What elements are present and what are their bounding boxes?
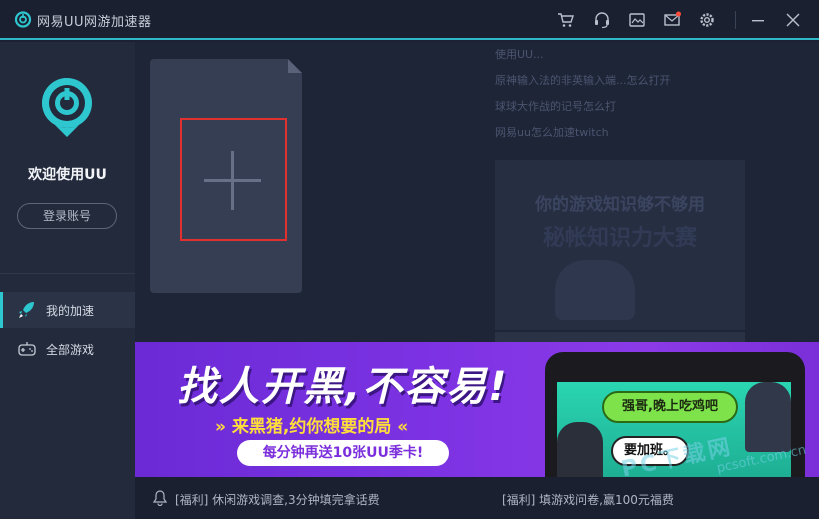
news-item[interactable]: 球球大作战的记号怎么打 — [495, 94, 755, 120]
skin-icon[interactable] — [628, 11, 646, 29]
gamepad-icon — [18, 342, 36, 356]
login-button[interactable]: 登录账号 — [17, 203, 117, 229]
sidebar-divider — [0, 273, 135, 274]
promo-line1: 你的游戏知识够不够用 — [535, 195, 705, 215]
app-title: 网易UU网游加速器 — [37, 15, 152, 30]
notice-bar: [福利] 休闲游戏调查,3分钟填完拿话费 [福利] 填游戏问卷,赢100元福费 — [135, 477, 819, 519]
mail-icon[interactable] — [663, 11, 681, 29]
news-list: 使用UU... 原神输入法的非英输入端...怎么打开 球球大作战的记号怎么打 网… — [495, 42, 755, 146]
minimize-icon[interactable] — [749, 11, 767, 29]
cart-icon[interactable] — [557, 11, 575, 29]
rocket-icon — [19, 302, 34, 318]
notice-link[interactable]: [福利] 休闲游戏调查,3分钟填完拿话费 — [175, 491, 380, 508]
banner-subtitle-text: 来黑猪,约你想要的局 — [231, 417, 392, 437]
nav-label: 全部游戏 — [46, 342, 95, 357]
soldier-illustration — [557, 422, 603, 477]
nav-my-acceleration[interactable]: 我的加速 — [0, 292, 135, 328]
close-icon[interactable] — [784, 11, 802, 29]
banner-offer-pill[interactable]: 每分钟再送10张UU季卡! — [237, 440, 449, 466]
plus-icon-vertical — [231, 151, 234, 210]
card-corner — [288, 59, 302, 73]
soldier-illustration — [745, 382, 791, 452]
banner-title: 找人开黑,不容易! — [177, 364, 509, 410]
uu-big-logo-icon — [42, 78, 92, 137]
nav-all-games[interactable]: 全部游戏 — [0, 331, 135, 367]
titlebar-divider — [735, 11, 736, 29]
chevrons-left-icon: « — [397, 417, 409, 437]
add-game-highlight[interactable] — [180, 118, 287, 241]
title-bar: 网易UU网游加速器 — [0, 0, 819, 40]
settings-icon[interactable] — [698, 11, 716, 29]
sidebar: 欢迎使用UU 登录账号 我的加速 全部游戏 — [0, 42, 135, 519]
news-item[interactable]: 使用UU... — [495, 42, 755, 68]
banner-subtitle: » 来黑猪,约你想要的局 « — [215, 412, 408, 437]
news-item[interactable]: 网易uu怎么加速twitch — [495, 120, 755, 146]
uu-logo-icon — [14, 11, 32, 28]
welcome-text: 欢迎使用UU — [28, 167, 107, 183]
promo-line2: 秘帐知识力大赛 — [542, 226, 697, 251]
promo-image-2[interactable] — [495, 332, 745, 342]
chat-bubble-green: 强哥,晚上吃鸡吧 — [602, 391, 738, 423]
notice-link[interactable]: [福利] 填游戏问卷,赢100元福费 — [502, 491, 674, 508]
headset-icon[interactable] — [593, 11, 611, 29]
mascot-illustration — [555, 260, 635, 320]
bell-icon — [153, 490, 167, 506]
news-item[interactable]: 原神输入法的非英输入端...怎么打开 — [495, 68, 755, 94]
promo-image[interactable]: 你的游戏知识够不够用 秘帐知识力大赛 — [495, 160, 745, 330]
nav-label: 我的加速 — [46, 303, 95, 318]
add-game-card[interactable] — [150, 59, 302, 293]
chevrons-right-icon: » — [215, 417, 226, 437]
